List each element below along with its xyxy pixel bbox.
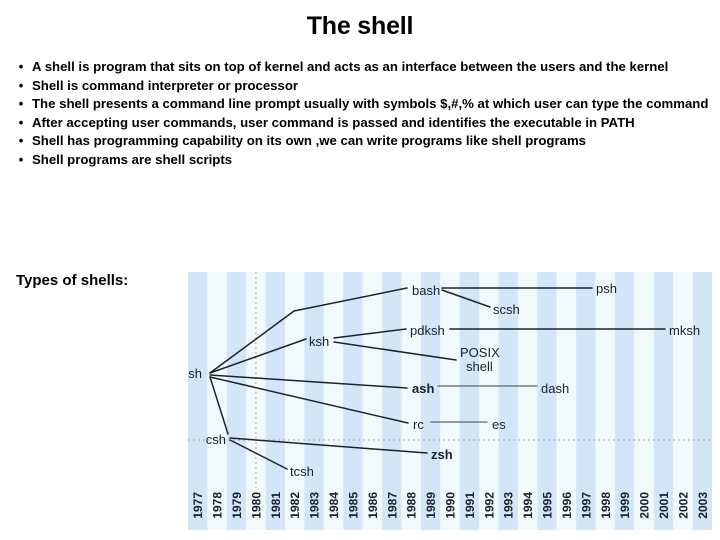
shell-node-posix2: shell (466, 359, 493, 374)
year-label-1980: 1980 (249, 492, 263, 519)
shell-node-rc: rc (413, 417, 424, 432)
year-label-1994: 1994 (521, 492, 535, 519)
year-stripe (595, 272, 615, 530)
year-label-1993: 1993 (502, 492, 516, 519)
year-stripe (323, 272, 344, 530)
bullet-list: • A shell is program that sits on top of… (10, 58, 710, 170)
year-label-1992: 1992 (482, 492, 496, 519)
shell-node-psh: psh (596, 281, 617, 296)
year-label-1977: 1977 (191, 492, 205, 519)
shell-node-ksh: ksh (309, 334, 329, 349)
year-label-1984: 1984 (327, 492, 341, 519)
year-stripe (459, 272, 480, 530)
year-stripes (188, 272, 712, 530)
year-label-1978: 1978 (211, 492, 225, 519)
year-label-1985: 1985 (346, 492, 360, 519)
shell-family-tree-diagram: sh csh ksh bash scsh psh pdksh mksh POSIX shell as… (188, 272, 712, 530)
year-stripe (517, 272, 538, 530)
year-stripe (634, 272, 654, 530)
shell-node-es: es (492, 417, 506, 432)
shell-family-tree-svg: sh csh ksh bash scsh psh pdksh mksh POSIXshell as… (188, 272, 712, 530)
list-item-text-emphasis: PATH (600, 114, 635, 130)
list-item-text: Shell programs are shell scripts (32, 151, 233, 167)
year-label-2000: 2000 (638, 492, 652, 519)
shell-node-pdksh: pdksh (410, 323, 445, 338)
year-stripe (692, 272, 712, 530)
year-stripe (265, 272, 286, 530)
year-stripe (420, 272, 441, 530)
list-item-text: Shell has programming capability on its … (32, 133, 587, 149)
list-item-text: After accepting user commands, user comm… (32, 114, 710, 133)
shell-node-posix1: POSIX (460, 345, 500, 360)
year-stripe (343, 272, 363, 530)
year-label-1999: 1999 (618, 492, 632, 519)
year-stripe (576, 272, 596, 530)
year-label-1981: 1981 (269, 492, 283, 519)
year-label-1991: 1991 (463, 492, 477, 519)
list-item: • Shell is command interpreter or proces… (10, 77, 710, 96)
year-stripe (226, 272, 247, 530)
year-label-1987: 1987 (385, 492, 399, 519)
year-stripe (246, 272, 266, 530)
year-label-1996: 1996 (560, 492, 574, 519)
year-label-1979: 1979 (230, 492, 244, 519)
shell-node-csh: csh (206, 432, 226, 447)
year-label-1998: 1998 (599, 492, 613, 519)
types-of-shells-heading: Types of shells: (16, 272, 129, 289)
year-label-1982: 1982 (288, 492, 302, 519)
year-label-2002: 2002 (676, 492, 690, 519)
list-item-text: The shell presents a command line prompt… (32, 96, 709, 112)
year-label-1990: 1990 (444, 492, 458, 519)
year-axis-labels: 1977 1978 1979 1980 1981 1982 1983 1984 1985 1986… (191, 492, 710, 519)
bullet-marker-icon: • (18, 59, 24, 74)
year-stripe (673, 272, 693, 530)
bullet-marker-icon: • (18, 151, 24, 167)
shell-node-sh: sh (188, 366, 202, 381)
page-title: The shell (306, 12, 414, 40)
shell-node-bash: bash (412, 283, 440, 298)
year-stripe (614, 272, 635, 530)
list-item-text: Shell is command interpreter or processo… (32, 77, 299, 93)
bullet-marker-icon: • (18, 114, 24, 130)
shell-node-tcsh: tcsh (290, 464, 314, 479)
list-item-text-plain: After accepting user commands, user comm… (32, 114, 601, 130)
year-stripe (401, 272, 421, 530)
year-label-1995: 1995 (541, 492, 555, 519)
shell-node-mksh: mksh (669, 323, 700, 338)
year-stripe (653, 272, 674, 530)
bullet-marker-icon: • (18, 96, 24, 112)
shell-node-dash: dash (541, 381, 569, 396)
year-label-2003: 2003 (696, 492, 710, 519)
list-item-text: A shell is program that sits on top of k… (32, 59, 669, 74)
list-item: • Shell has programming capability on it… (10, 132, 710, 151)
bullet-marker-icon: • (18, 77, 24, 93)
list-item: • After accepting user commands, user co… (10, 114, 710, 133)
year-stripe (440, 272, 460, 530)
list-item: • Shell programs are shell scripts (10, 151, 710, 170)
year-stripe (362, 272, 383, 530)
year-label-1997: 1997 (579, 492, 593, 519)
shell-node-scsh: scsh (493, 302, 520, 317)
shell-node-ash: ash (412, 381, 434, 396)
year-label-1983: 1983 (308, 492, 322, 519)
year-stripe (382, 272, 402, 530)
year-label-1989: 1989 (424, 492, 438, 519)
list-item: • The shell presents a command line prom… (10, 95, 710, 114)
list-item: • A shell is program that sits on top of… (10, 58, 710, 77)
year-stripe (537, 272, 557, 530)
year-stripe (188, 272, 208, 530)
shell-node-zsh: zsh (431, 447, 453, 462)
year-stripe (556, 272, 577, 530)
year-label-1988: 1988 (405, 492, 419, 519)
year-label-2001: 2001 (657, 492, 671, 519)
bullet-marker-icon: • (18, 133, 24, 149)
year-label-1986: 1986 (366, 492, 380, 519)
